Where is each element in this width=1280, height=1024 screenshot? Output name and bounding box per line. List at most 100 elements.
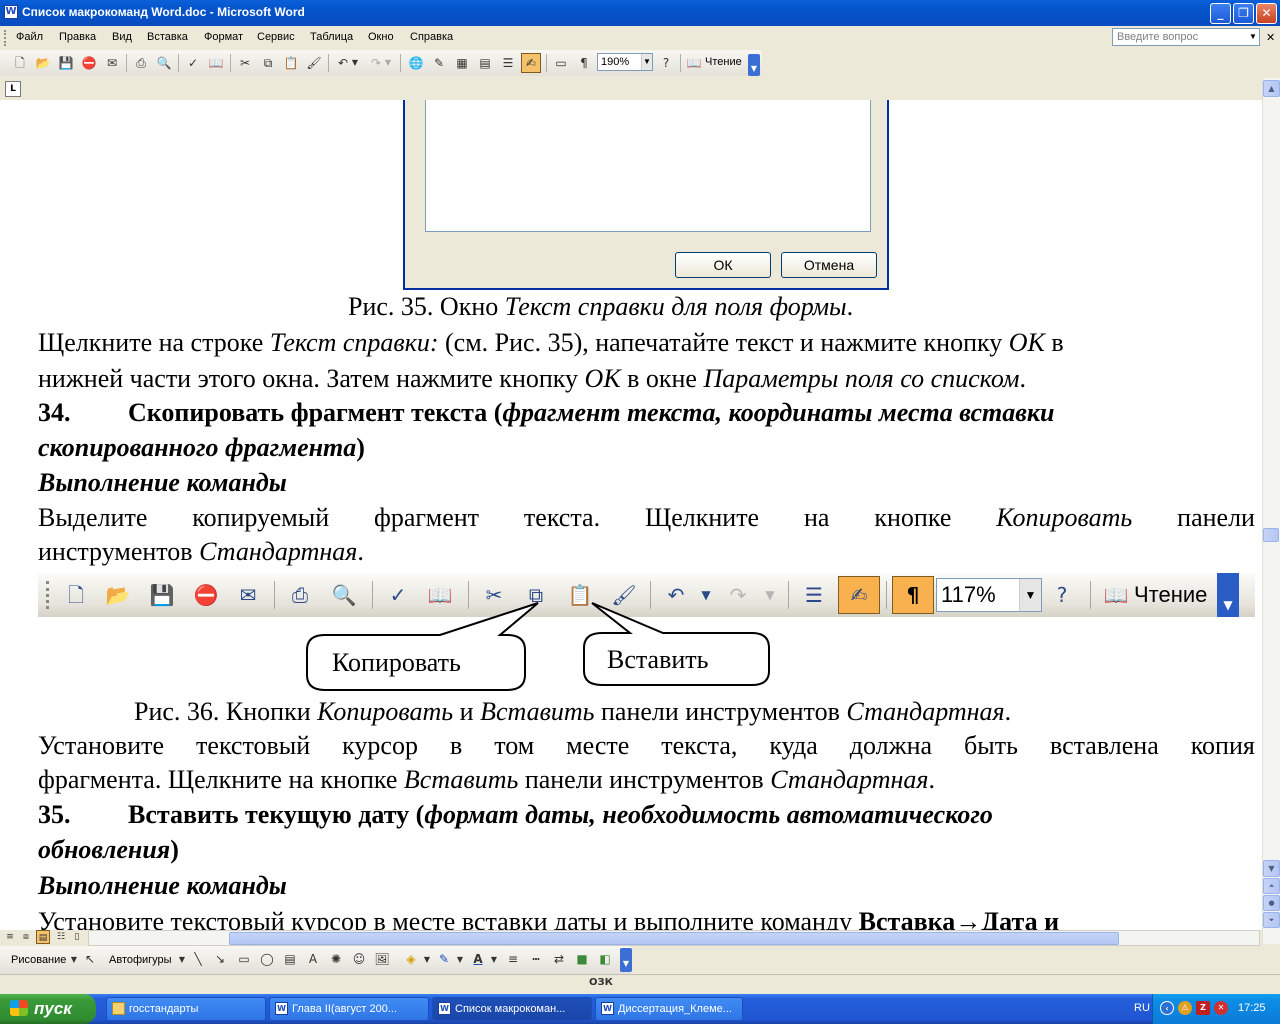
oval-icon[interactable]: ◯	[259, 951, 275, 967]
hyperlink-icon[interactable]: 🌐	[408, 55, 424, 71]
vertical-scrollbar[interactable]	[1262, 78, 1280, 944]
chevron-down-icon[interactable]: ▼	[66, 952, 82, 968]
columns-icon[interactable]: ☰	[500, 55, 516, 71]
taskbar-item-dissertation[interactable]: W Диссертация_Клеме...	[595, 997, 743, 1021]
toolbar-options-icon[interactable]: ▼	[748, 54, 760, 76]
undo-icon[interactable]: ↶	[335, 55, 351, 71]
font-color-icon[interactable]: A	[470, 951, 486, 967]
vertical-scroll-thumb[interactable]	[1263, 528, 1279, 542]
antivirus-icon[interactable]: Z	[1196, 1001, 1210, 1015]
line-icon[interactable]: ╲	[190, 951, 206, 967]
outline-view-icon[interactable]: ☷	[54, 930, 68, 944]
autoshapes-menu[interactable]: Автофигуры	[109, 954, 172, 966]
open-icon[interactable]: 📂	[35, 55, 51, 71]
copy-icon[interactable]: ⧉	[260, 55, 276, 71]
document-map-icon[interactable]: ▭	[553, 55, 569, 71]
format-painter-icon[interactable]: 🖌	[306, 55, 322, 71]
rectangle-icon[interactable]: ▭	[236, 951, 252, 967]
new-document-icon[interactable]: 🗋	[12, 55, 28, 71]
maximize-button[interactable]: ❐	[1233, 3, 1254, 24]
chevron-down-icon[interactable]: ▼	[419, 952, 435, 968]
menu-window[interactable]: Окно	[368, 31, 394, 43]
toolbar-options-icon[interactable]: ▼	[620, 948, 632, 972]
menu-edit[interactable]: Правка	[59, 31, 96, 43]
redo-icon[interactable]: ↷	[368, 55, 384, 71]
shadow-style-icon[interactable]: ■	[574, 951, 590, 967]
insert-excel-icon[interactable]: ▤	[477, 55, 493, 71]
print-icon[interactable]: ⎙	[133, 55, 149, 71]
taskbar-item-macro-list[interactable]: W Список макрокоман...	[432, 997, 592, 1021]
menu-table[interactable]: Таблица	[310, 31, 353, 43]
cut-icon[interactable]: ✂	[237, 55, 253, 71]
research-icon[interactable]: 📖	[208, 55, 224, 71]
line-style-icon[interactable]: ≡	[505, 951, 521, 967]
menu-tools[interactable]: Сервис	[257, 31, 295, 43]
spelling-icon[interactable]: ✓	[185, 55, 201, 71]
taskbar-item-folder[interactable]: госстандарты	[106, 997, 266, 1021]
picture-icon[interactable]: 🖼	[374, 951, 390, 967]
save-icon[interactable]: 💾	[58, 55, 74, 71]
horizontal-scroll-thumb[interactable]	[229, 932, 1119, 945]
chevron-down-icon[interactable]: ▼	[486, 952, 502, 968]
line-color-icon[interactable]: ✎	[436, 951, 452, 967]
toolbar-separator	[886, 581, 887, 609]
drawing-menu[interactable]: Рисование	[11, 954, 66, 966]
chevron-down-icon[interactable]: ▼	[1247, 29, 1259, 45]
insert-table-icon[interactable]: ▦	[454, 55, 470, 71]
close-button[interactable]: ✕	[1256, 3, 1277, 24]
help-icon[interactable]: ?	[658, 55, 674, 71]
show-hide-icon[interactable]: ¶	[576, 55, 592, 71]
language-indicator[interactable]: RU	[1134, 1002, 1150, 1014]
redo-dropdown-icon[interactable]: ▼	[383, 55, 393, 71]
close-document-button[interactable]: ✕	[1266, 31, 1275, 44]
print-preview-icon[interactable]: 🔍	[156, 55, 172, 71]
zoom-select[interactable]: 190% ▼	[597, 53, 653, 71]
arrow-style-icon[interactable]: ⇄	[551, 951, 567, 967]
taskbar-item-chapter2[interactable]: W Глава II(август 200...	[269, 997, 429, 1021]
reading-layout-icon[interactable]: 📖	[686, 55, 702, 71]
dash-style-icon[interactable]: ┅	[528, 951, 544, 967]
fill-color-icon[interactable]: ◈	[403, 951, 419, 967]
web-view-icon[interactable]: ⧈	[19, 930, 33, 944]
chevron-down-icon[interactable]: ▼	[641, 54, 652, 70]
normal-view-icon[interactable]: ≡	[3, 930, 17, 944]
paste-icon[interactable]: 📋	[283, 55, 299, 71]
menu-view[interactable]: Вид	[112, 31, 132, 43]
permission-icon[interactable]: ⛔	[81, 55, 97, 71]
chevron-down-icon[interactable]: ▼	[452, 952, 468, 968]
menu-file[interactable]: Файл	[16, 31, 43, 43]
security-icon[interactable]: ⚠	[1178, 1001, 1192, 1015]
reading-button-label[interactable]: Чтение	[705, 56, 742, 68]
ask-question-input[interactable]: Введите вопрос ▼	[1112, 28, 1260, 46]
shield-icon[interactable]: ✕	[1214, 1001, 1228, 1015]
tray-arrow-icon[interactable]: ‹	[1160, 1001, 1174, 1015]
wordart-icon[interactable]: A	[305, 951, 321, 967]
select-browse-object-icon[interactable]: ●	[1263, 895, 1280, 911]
diagram-icon[interactable]: ✺	[328, 951, 344, 967]
menu-insert[interactable]: Вставка	[147, 31, 188, 43]
previous-page-icon[interactable]: ⏶	[1263, 878, 1280, 894]
horizontal-scrollbar[interactable]	[88, 930, 1260, 946]
paragraph-1-line-1: Щелкните на строке Текст справки: (см. Р…	[38, 328, 1064, 357]
arrow-icon[interactable]: ↘	[212, 951, 228, 967]
menu-format[interactable]: Формат	[204, 31, 243, 43]
drawing-icon[interactable]: ✍	[521, 53, 541, 73]
email-icon[interactable]: ✉	[104, 55, 120, 71]
menu-help[interactable]: Справка	[410, 31, 453, 43]
start-button[interactable]: пуск	[0, 994, 96, 1024]
scroll-down-icon[interactable]: ▼	[1263, 860, 1280, 877]
3d-style-icon[interactable]: ◧	[597, 951, 613, 967]
select-objects-icon[interactable]: ↖	[82, 951, 98, 967]
menu-grip[interactable]	[4, 30, 7, 46]
print-layout-view-icon[interactable]: ▤	[36, 930, 50, 944]
reading-view-icon[interactable]: ▯	[70, 930, 84, 944]
scroll-up-icon[interactable]: ▲	[1263, 80, 1280, 97]
next-page-icon[interactable]: ⏷	[1263, 912, 1280, 928]
minimize-button[interactable]: _	[1210, 3, 1231, 24]
tab-selector-icon[interactable]: L	[5, 81, 21, 97]
tables-borders-icon[interactable]: ✎	[431, 55, 447, 71]
chevron-down-icon[interactable]: ▼	[174, 952, 190, 968]
undo-dropdown-icon[interactable]: ▼	[350, 55, 360, 71]
clipart-icon[interactable]: ☺	[351, 951, 367, 967]
text-box-icon[interactable]: ▤	[282, 951, 298, 967]
